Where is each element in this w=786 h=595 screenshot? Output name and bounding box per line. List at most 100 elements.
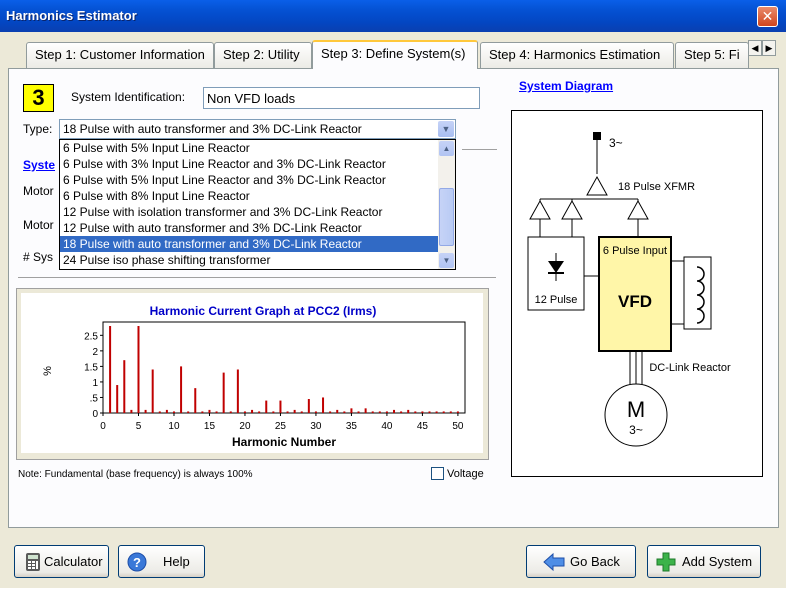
chevron-down-icon[interactable]: ▼ <box>439 253 454 268</box>
step-number-badge: 3 <box>23 84 54 112</box>
tab-step4[interactable]: Step 4: Harmonics Estimation <box>480 42 674 68</box>
tab-label: Step 2: Utility <box>223 47 300 62</box>
calculator-button-label: Calculator <box>44 554 103 569</box>
help-button[interactable]: ? Help <box>118 545 205 578</box>
tab-step2[interactable]: Step 2: Utility <box>214 42 312 68</box>
dc-link-reactor-box <box>683 256 712 330</box>
type-select-value: 18 Pulse with auto transformer and 3% DC… <box>63 122 362 136</box>
help-icon: ? <box>127 552 147 572</box>
phase-label: 3~ <box>609 136 623 150</box>
tab-step3[interactable]: Step 3: Define System(s) <box>312 40 478 69</box>
x-tick-label: 10 <box>168 421 180 432</box>
harmonic-graph: Harmonic Current Graph at PCC2 (Irms) Ha… <box>21 293 483 453</box>
close-icon: ✕ <box>761 8 774 24</box>
voltage-checkbox[interactable] <box>431 467 444 480</box>
y-tick-label: 2 <box>92 347 98 358</box>
harmonic-chart: Harmonic Current Graph at PCC2 (Irms) Ha… <box>42 304 466 449</box>
winding-icon <box>561 199 583 220</box>
x-tick-label: 40 <box>381 421 393 432</box>
dropdown-option[interactable]: 6 Pulse with 5% Input Line Reactor and 3… <box>60 172 455 188</box>
harmonic-graph-frame: Harmonic Current Graph at PCC2 (Irms) Ha… <box>16 288 489 460</box>
add-system-button-label: Add System <box>682 554 753 569</box>
tab-label: Step 3: Define System(s) <box>321 46 466 61</box>
x-tick-label: 30 <box>310 421 322 432</box>
motor-phase-label: 3~ <box>629 423 643 437</box>
system-id-label: System Identification: <box>71 90 186 104</box>
y-tick-label: 0 <box>92 409 98 420</box>
pulse12-label: 12 Pulse <box>535 294 578 306</box>
x-tick-label: 35 <box>346 421 358 432</box>
add-system-button[interactable]: Add System <box>647 545 761 578</box>
motor-label-1: Motor <box>23 184 54 198</box>
status-strip <box>0 588 786 595</box>
dc-link-label: DC-Link Reactor <box>649 362 731 374</box>
voltage-label: Voltage <box>447 468 484 480</box>
arrow-left-icon <box>543 552 565 572</box>
divider <box>462 149 497 150</box>
x-tick-label: 0 <box>100 421 106 432</box>
step-tabs: Step 1: Customer Information Step 2: Uti… <box>8 40 778 69</box>
type-select[interactable]: 18 Pulse with auto transformer and 3% DC… <box>59 119 456 139</box>
go-back-button-label: Go Back <box>570 554 620 569</box>
tab-label: Step 1: Customer Information <box>35 47 205 62</box>
tab-label: Step 5: Fi <box>684 47 740 62</box>
chevron-up-icon[interactable]: ▲ <box>439 141 454 156</box>
y-tick-label: .5 <box>90 393 99 404</box>
window-title: Harmonics Estimator <box>6 8 137 23</box>
plus-icon <box>656 552 676 572</box>
x-tick-label: 50 <box>452 421 464 432</box>
scrollbar-thumb[interactable] <box>439 188 454 246</box>
x-tick-label: 45 <box>417 421 429 432</box>
dropdown-option[interactable]: 6 Pulse with 3% Input Line Reactor and 3… <box>60 156 455 172</box>
dropdown-scrollbar[interactable]: ▲ ▼ <box>438 140 455 269</box>
dropdown-option[interactable]: 12 Pulse with auto transformer and 3% DC… <box>60 220 455 236</box>
dropdown-option[interactable]: 12 Pulse with isolation transformer and … <box>60 204 455 220</box>
dropdown-option[interactable]: 24 Pulse iso phase shifting transformer <box>60 252 455 268</box>
motor-label-2: Motor <box>23 218 54 232</box>
x-tick-label: 5 <box>136 421 142 432</box>
type-dropdown-list[interactable]: 6 Pulse with 5% Input Line Reactor 6 Pul… <box>59 139 456 270</box>
system-id-input[interactable]: Non VFD loads <box>203 87 480 109</box>
xfmr-label: 18 Pulse XFMR <box>618 181 695 193</box>
x-tick-label: 20 <box>239 421 251 432</box>
winding-icon <box>627 199 649 220</box>
tab-scroll-left-button[interactable]: ◀ <box>748 40 762 56</box>
title-bar: Harmonics Estimator ✕ <box>0 0 786 32</box>
y-tick-label: 1 <box>92 378 98 389</box>
x-tick-label: 15 <box>204 421 216 432</box>
calculator-icon <box>26 553 40 571</box>
vfd-input-label: 6 Pulse Input <box>603 245 667 257</box>
num-systems-label: # Sys <box>23 250 54 264</box>
source-node-icon <box>593 132 601 140</box>
chevron-right-icon: ▶ <box>765 43 773 53</box>
tab-step5[interactable]: Step 5: Fi <box>675 42 749 68</box>
tab-step1[interactable]: Step 1: Customer Information <box>26 42 214 68</box>
chart-title: Harmonic Current Graph at PCC2 (Irms) <box>150 304 377 318</box>
go-back-button[interactable]: Go Back <box>526 545 636 578</box>
tab-scroll-right-button[interactable]: ▶ <box>762 40 776 56</box>
system-section-link[interactable]: Syste <box>23 158 55 172</box>
transformer-icon <box>586 175 608 196</box>
help-button-label: Help <box>163 554 190 569</box>
chevron-down-icon[interactable]: ▼ <box>438 121 454 137</box>
close-button[interactable]: ✕ <box>757 6 778 27</box>
chart-x-axis-label: Harmonic Number <box>232 435 336 449</box>
chart-y-axis-label: % <box>42 366 54 376</box>
plot-area <box>102 321 466 414</box>
dropdown-option[interactable]: 6 Pulse with 5% Input Line Reactor <box>60 140 455 156</box>
svg-text:?: ? <box>133 555 141 570</box>
calculator-button[interactable]: Calculator <box>14 545 109 578</box>
motor-label: M <box>627 397 645 422</box>
divider <box>18 277 496 278</box>
type-label: Type: <box>23 122 53 136</box>
dropdown-option[interactable]: 6 Pulse with 8% Input Line Reactor <box>60 188 455 204</box>
dropdown-option-selected[interactable]: 18 Pulse with auto transformer and 3% DC… <box>60 236 455 252</box>
winding-icon <box>529 199 551 220</box>
x-tick-label: 25 <box>275 421 287 432</box>
system-diagram-link[interactable]: System Diagram <box>519 79 613 93</box>
system-diagram: 3~ 18 Pulse XFMR 12 Pulse 6 Pulse Input … <box>511 110 763 477</box>
y-tick-label: 1.5 <box>84 362 98 373</box>
y-tick-label: 2.5 <box>84 331 98 342</box>
system-diagram-svg: 3~ 18 Pulse XFMR 12 Pulse 6 Pulse Input … <box>527 132 731 447</box>
fundamental-note: Note: Fundamental (base frequency) is al… <box>18 469 253 480</box>
